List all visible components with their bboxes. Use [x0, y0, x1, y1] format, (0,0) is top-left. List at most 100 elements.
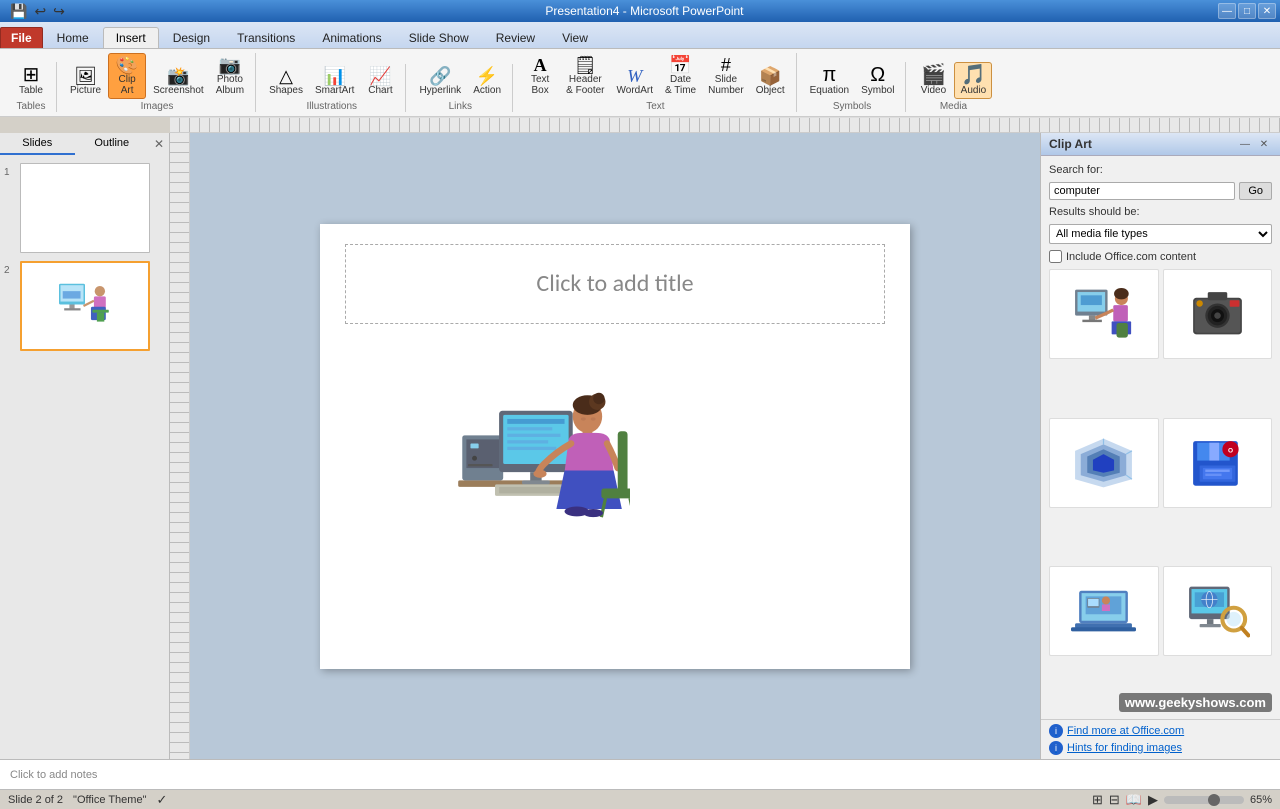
header-footer-button[interactable]: 🗒 Header& Footer: [561, 53, 609, 99]
slide-preview-1[interactable]: [20, 163, 150, 253]
spell-check-icon[interactable]: ✓: [156, 792, 167, 808]
tab-slideshow[interactable]: Slide Show: [396, 27, 482, 48]
media-type-select[interactable]: All media file types: [1049, 224, 1272, 244]
slide-number-1: 1: [4, 167, 16, 178]
clip-art-grid: O: [1049, 269, 1272, 711]
restore-button[interactable]: □: [1238, 3, 1256, 19]
notes-placeholder: Click to add notes: [10, 769, 97, 781]
tab-transitions[interactable]: Transitions: [224, 27, 308, 48]
photo-album-button[interactable]: 📷 PhotoAlbum: [211, 53, 249, 99]
smartart-button[interactable]: 📊 SmartArt: [310, 64, 359, 99]
clip-art-button[interactable]: 🎨 ClipArt: [108, 53, 146, 99]
slide-canvas[interactable]: Click to add title: [320, 224, 910, 669]
clip-item-6[interactable]: [1163, 566, 1273, 656]
window-title: Presentation4 - Microsoft PowerPoint: [71, 4, 1218, 18]
close-panel-button[interactable]: ✕: [151, 136, 167, 152]
shapes-button[interactable]: △ Shapes: [264, 64, 308, 99]
slide-area: Click to add title: [190, 133, 1040, 759]
tab-animations[interactable]: Animations: [309, 27, 394, 48]
titlebar: 💾 ↩ ↪ Presentation4 - Microsoft PowerPoi…: [0, 0, 1280, 22]
hyperlink-icon: 🔗: [429, 67, 451, 85]
video-button[interactable]: 🎬 Video: [914, 62, 952, 99]
search-row: Go: [1049, 182, 1272, 200]
table-button[interactable]: ⊞ Table: [12, 62, 50, 99]
picture-button[interactable]: 🖼 Picture: [65, 64, 106, 99]
object-button[interactable]: 📦 Object: [751, 64, 790, 99]
title-placeholder[interactable]: Click to add title: [345, 244, 885, 324]
slide-number-button[interactable]: # SlideNumber: [703, 53, 749, 99]
clip-art-image[interactable]: [450, 364, 630, 524]
tab-view[interactable]: View: [549, 27, 601, 48]
clip-art-close[interactable]: ✕: [1256, 137, 1272, 151]
hyperlink-button[interactable]: 🔗 Hyperlink: [414, 64, 466, 99]
zoom-slider[interactable]: [1164, 796, 1244, 804]
slide-preview-2[interactable]: [20, 261, 150, 351]
titlebar-left: 💾 ↩ ↪: [4, 0, 71, 23]
horizontal-ruler: [170, 117, 1280, 133]
close-button[interactable]: ✕: [1258, 3, 1276, 19]
clip-item-3[interactable]: [1049, 418, 1159, 508]
datetime-button[interactable]: 📅 Date& Time: [660, 53, 701, 99]
slides-tab-header: Slides Outline ✕: [0, 133, 169, 155]
symbol-button[interactable]: Ω Symbol: [856, 62, 899, 99]
tab-home[interactable]: Home: [44, 27, 102, 48]
ribbon-tabs: File Home Insert Design Transitions Anim…: [0, 22, 1280, 48]
slide-number-2: 2: [4, 265, 16, 276]
ribbon-content: ⊞ Table Tables 🖼 Picture 🎨 ClipArt 📸 S: [0, 48, 1280, 116]
chart-button[interactable]: 📈 Chart: [361, 64, 399, 99]
tab-insert[interactable]: Insert: [103, 27, 159, 48]
clip-item-5[interactable]: [1049, 566, 1159, 656]
redo-button[interactable]: ↪: [51, 2, 67, 21]
tab-slides[interactable]: Slides: [0, 133, 75, 155]
audio-button[interactable]: 🎵 Audio: [954, 62, 992, 99]
tab-review[interactable]: Review: [483, 27, 548, 48]
hints-link[interactable]: i Hints for finding images: [1049, 741, 1272, 755]
notes-bar[interactable]: Click to add notes: [0, 759, 1280, 789]
screenshot-button[interactable]: 📸 Screenshot: [148, 64, 209, 99]
statusbar-right: ⊞ ⊟ 📖 ▶ 65%: [1092, 792, 1272, 808]
minimize-button[interactable]: —: [1218, 3, 1236, 19]
action-icon: ⚡: [476, 67, 498, 85]
clip-item-4-svg: O: [1185, 434, 1250, 492]
hints-link-icon: i: [1049, 741, 1063, 755]
go-button[interactable]: Go: [1239, 182, 1272, 200]
computer-clipart-svg: [450, 356, 630, 531]
textbox-button[interactable]: A TextBox: [521, 53, 559, 99]
shapes-icon: △: [279, 67, 293, 85]
search-for-label: Search for:: [1049, 164, 1272, 176]
clip-art-footer: i Find more at Office.com i Hints for fi…: [1041, 719, 1280, 759]
tab-file[interactable]: File: [0, 27, 43, 48]
office-link[interactable]: i Find more at Office.com: [1049, 724, 1272, 738]
save-button[interactable]: 💾: [8, 2, 29, 21]
normal-view-icon[interactable]: ⊞: [1092, 792, 1103, 808]
slideshow-icon[interactable]: ▶: [1148, 792, 1158, 808]
table-icon: ⊞: [23, 65, 40, 85]
group-images: 🖼 Picture 🎨 ClipArt 📸 Screenshot 📷 Photo…: [59, 53, 256, 112]
clip-item-4[interactable]: O: [1163, 418, 1273, 508]
clip-item-2[interactable]: [1163, 269, 1273, 359]
clip-art-title: Clip Art: [1049, 137, 1092, 151]
equation-button[interactable]: π Equation: [805, 62, 854, 99]
group-tables: ⊞ Table Tables: [6, 62, 57, 112]
clip-art-search-input[interactable]: [1049, 182, 1235, 200]
undo-button[interactable]: ↩: [32, 2, 48, 21]
clip-art-minimize[interactable]: —: [1237, 137, 1253, 151]
tab-outline[interactable]: Outline: [75, 133, 150, 155]
datetime-icon: 📅: [669, 56, 691, 74]
action-button[interactable]: ⚡ Action: [468, 64, 506, 99]
tab-design[interactable]: Design: [160, 27, 223, 48]
slide-thumbnail-2[interactable]: 2: [4, 261, 165, 351]
photo-album-icon: 📷: [219, 56, 241, 74]
slide-sorter-icon[interactable]: ⊟: [1109, 792, 1120, 808]
include-office-row: Include Office.com content: [1049, 250, 1272, 263]
slide-thumbnail-1[interactable]: 1: [4, 163, 165, 253]
reading-view-icon[interactable]: 📖: [1126, 792, 1142, 808]
group-media: 🎬 Video 🎵 Audio Media: [908, 62, 998, 112]
status-bar: Slide 2 of 2 "Office Theme" ✓ ⊞ ⊟ 📖 ▶ 65…: [0, 789, 1280, 809]
wordart-button[interactable]: W WordArt: [612, 64, 659, 99]
slides-list: 1 2: [0, 155, 169, 759]
clip-item-1[interactable]: [1049, 269, 1159, 359]
slide-info: Slide 2 of 2: [8, 794, 63, 806]
clip-art-icon: 🎨: [116, 56, 138, 74]
include-office-checkbox[interactable]: [1049, 250, 1062, 263]
